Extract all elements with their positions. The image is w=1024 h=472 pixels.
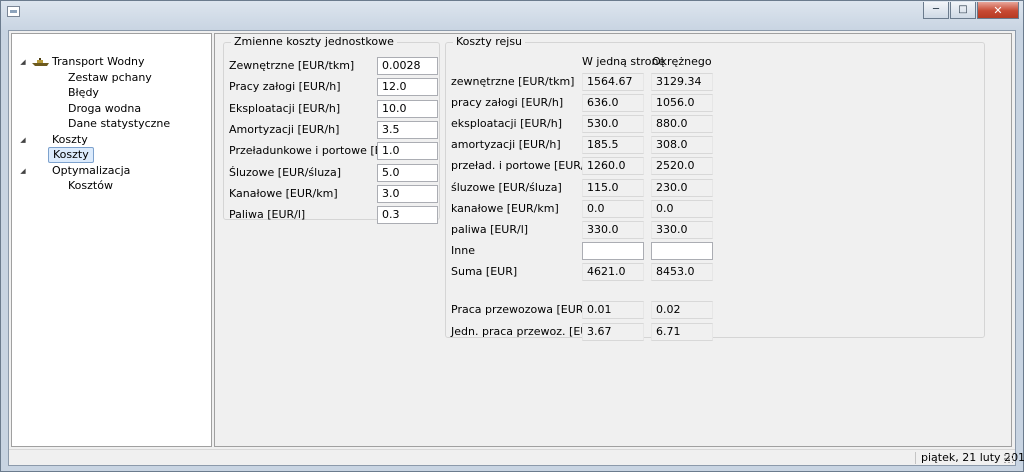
trip-cost-one-way-value: 1564.67 [582,73,644,91]
sum-cost-round-trip-value: 8453.0 [651,262,713,281]
transport-work-one-way-value: 3.67 [582,322,644,341]
trip-cost-one-way-value: 330.0 [582,220,644,239]
trip-costs-group: Koszty rejsu W jedną stronę Okrężnego ze… [445,36,985,341]
sum-cost-label: Suma [EUR] [451,264,518,278]
unit-cost-label: Eksploatacji [EUR/h] [229,101,341,115]
trip-cost-label: eksploatacji [EUR/h] [451,117,562,131]
unit-costs-group: Zmienne koszty jednostkowe Zewnętrzne [E… [223,36,440,225]
transport-work-one-way-value: 0.01 [582,301,644,319]
trip-cost-one-way-value: 1260.0 [582,157,644,176]
client-area: ◢ Transport Wodny Zestaw pchany Błędy Droga … [8,30,1024,466]
tree-expand-icon[interactable]: ◢ [18,54,28,70]
unit-cost-label: Paliwa [EUR/l] [229,208,306,222]
tree-item-label: Droga wodna [68,101,142,115]
status-separator [915,452,916,464]
unit-cost-input[interactable]: 12.0 [377,78,438,97]
tree-item[interactable]: Błędy [12,85,211,101]
unit-costs-title: Zmienne koszty jednostkowe [231,36,397,48]
title-bar[interactable]: ─ □ ✕ [1,1,1023,23]
main-window: ─ □ ✕ ◢ Transport Wodny Zestaw pchany Błędy… [0,0,1024,472]
unit-cost-input[interactable]: 10.0 [377,99,438,118]
other-cost-round-trip-value[interactable] [651,241,713,260]
tree-item[interactable]: Droga wodna [12,101,211,117]
unit-cost-input[interactable]: 3.5 [377,120,438,139]
navigation-tree: ◢ Transport Wodny Zestaw pchany Błędy Droga … [11,33,212,447]
unit-cost-input[interactable]: 0.3 [377,206,438,225]
app-icon[interactable] [7,6,20,17]
other-cost-one-way-value[interactable] [582,241,644,260]
tree-item-label: Zestaw pchany [68,70,152,84]
tree-item[interactable]: Kosztów [12,178,211,194]
other-cost-label: Inne [451,243,475,257]
trip-cost-round-trip-value: 880.0 [651,115,713,134]
trip-cost-label: zewnętrzne [EUR/tkm] [451,75,575,88]
trip-cost-label: amortyzacji [EUR/h] [451,138,561,152]
tree-item[interactable]: ◢ Koszty [12,132,211,148]
transport-work-round-trip-value: 6.71 [651,322,713,341]
trip-costs-title: Koszty rejsu [453,36,526,48]
unit-cost-label: Śluzowe [EUR/śluza] [229,165,341,179]
minimize-button[interactable]: ─ [923,2,949,19]
trip-cost-round-trip-value: 3129.34 [651,73,713,91]
tree-item[interactable]: ◢ Optymalizacja [12,163,211,179]
costs-panel: Zmienne koszty jednostkowe Zewnętrzne [E… [214,33,1012,447]
unit-cost-input[interactable]: 5.0 [377,163,438,182]
trip-cost-round-trip-value: 1056.0 [651,94,713,113]
tree-item-label: Transport Wodny [52,55,145,68]
tree-expand-icon[interactable]: ◢ [18,163,28,179]
boat-icon [32,58,49,66]
tree-item[interactable]: Koszty [12,147,211,163]
trip-cost-label: pracy załogi [EUR/h] [451,96,564,110]
trip-cost-round-trip-value: 2520.0 [651,157,713,176]
trip-cost-round-trip-value: 308.0 [651,136,713,155]
tree-item-label: Kosztów [68,179,113,192]
tree-item[interactable]: Zestaw pchany [12,70,211,86]
trip-cost-round-trip-value: 330.0 [651,220,713,239]
unit-cost-label: Amortyzacji [EUR/h] [229,122,340,136]
trip-cost-label: śluzowe [EUR/śluza] [451,180,562,194]
unit-cost-label: Pracy załogi [EUR/h] [229,80,341,94]
tree-expand-icon[interactable]: ◢ [18,132,28,148]
tree-item[interactable]: Dane statystyczne [12,116,211,132]
trip-cost-one-way-value: 115.0 [582,178,644,197]
trip-cost-round-trip-value: 0.0 [651,199,713,218]
tree-item-label-selected: Koszty [48,147,94,163]
trip-cost-one-way-value: 636.0 [582,94,644,113]
trip-cost-one-way-value: 530.0 [582,115,644,134]
unit-cost-input[interactable]: 3.0 [377,184,438,203]
transport-work-round-trip-value: 0.02 [651,301,713,319]
trip-cost-label: kanałowe [EUR/km] [451,201,559,215]
resize-grip-icon[interactable] [1003,453,1013,463]
tree-item-label: Optymalizacja [52,163,131,177]
trip-cost-label: przeład. i portowe [EUR/t] [451,159,594,173]
trip-cost-round-trip-value: 230.0 [651,178,713,197]
sum-cost-one-way-value: 4621.0 [582,262,644,281]
window-controls: ─ □ ✕ [923,2,1019,19]
unit-cost-input[interactable]: 0.0028 [377,57,438,75]
close-button[interactable]: ✕ [977,2,1019,19]
round-trip-column-header: Okrężnego [652,55,712,68]
unit-cost-input[interactable]: 1.0 [377,142,438,161]
trip-cost-one-way-value: 185.5 [582,136,644,155]
unit-cost-label: Kanałowe [EUR/km] [229,186,338,200]
unit-cost-label: Zewnętrzne [EUR/tkm] [229,59,355,72]
tree-item-label: Błędy [68,86,99,99]
status-bar: piątek, 21 luty 2014 [9,449,1024,465]
maximize-button[interactable]: □ [950,2,976,19]
trip-cost-label: paliwa [EUR/l] [451,222,529,236]
tree-item-label: Dane statystyczne [68,117,171,130]
tree-item[interactable]: ◢ Transport Wodny [12,54,211,70]
trip-cost-one-way-value: 0.0 [582,199,644,218]
tree-item-label: Koszty [52,132,88,146]
